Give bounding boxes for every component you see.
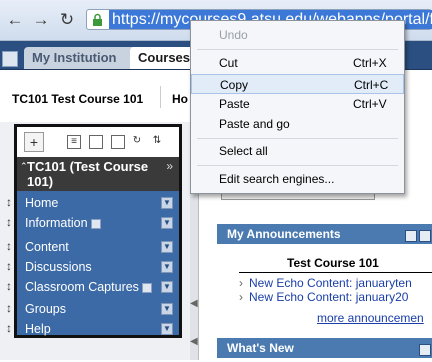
course-menu-panel: + ≡ ↻ ⇅ ⌃ TC101 (Test Course 101) » ↕ Ho…: [0, 122, 190, 360]
drag-handle-icon[interactable]: ↕: [6, 302, 12, 314]
refresh-icon[interactable]: ↻: [131, 135, 143, 147]
menu-item-classroom-captures[interactable]: ↕ Classroom Captures ▼: [6, 277, 179, 297]
context-undo[interactable]: Undo: [191, 25, 404, 45]
context-menu-icon[interactable]: ▼: [161, 197, 173, 209]
collapse-left-icon[interactable]: ◀: [190, 336, 198, 347]
context-cut-label: Cut: [219, 56, 238, 70]
whats-new-module-header: What's New: [217, 338, 432, 358]
menu-item-content[interactable]: ↕ Content ▼: [6, 237, 179, 257]
context-menu-icon[interactable]: ▼: [161, 217, 173, 229]
context-menu-icon[interactable]: ▼: [161, 303, 173, 315]
menu-item-information[interactable]: ↕ Information ▼: [6, 213, 179, 233]
context-menu: Undo Cut Ctrl+X Copy Ctrl+C Paste Ctrl+V…: [190, 20, 405, 194]
breadcrumb-divider: [160, 86, 161, 108]
module-controls: [403, 228, 431, 248]
announcement-course-title: Test Course 101: [287, 256, 379, 270]
course-menu-list: ↕ Home ▼ ↕ Information ▼ ↕ Content ▼ ↕ D…: [6, 193, 179, 339]
context-undo-label: Undo: [219, 28, 248, 42]
announcements-module-header: My Announcements: [217, 224, 432, 244]
menu-item-label[interactable]: Help: [25, 322, 51, 336]
drag-handle-icon[interactable]: ↕: [6, 240, 12, 252]
shortcut-label: Ctrl+V: [353, 97, 387, 111]
menu-separator: [197, 165, 398, 166]
lock-icon: [93, 13, 102, 26]
module-title: My Announcements: [227, 227, 341, 241]
menu-item-label[interactable]: Home: [25, 196, 58, 210]
context-paste-label: Paste: [219, 97, 250, 111]
context-menu-icon[interactable]: ▼: [161, 261, 173, 273]
context-paste[interactable]: Paste Ctrl+V: [191, 94, 404, 114]
context-copy-label: Copy: [220, 78, 249, 92]
menu-item-groups[interactable]: ↕ Groups ▼: [6, 299, 179, 319]
reorder-icon[interactable]: ⇅: [151, 135, 163, 147]
context-cut[interactable]: Cut Ctrl+X: [191, 53, 404, 73]
expand-icon[interactable]: »: [166, 159, 173, 173]
reload-icon[interactable]: ↻: [56, 10, 78, 30]
shortcut-label: Ctrl+C: [354, 78, 389, 92]
menu-item-label[interactable]: Information: [25, 216, 88, 230]
drag-handle-icon[interactable]: ↕: [6, 260, 12, 272]
folder-view-icon[interactable]: [89, 135, 103, 149]
announcement-link[interactable]: › New Echo Content: january20: [239, 290, 408, 304]
minimize-icon[interactable]: [419, 230, 431, 242]
tab-my-institution[interactable]: My Institution: [24, 47, 138, 69]
add-menu-item-icon[interactable]: +: [24, 132, 44, 152]
shortcut-label: Ctrl+X: [353, 56, 387, 70]
announcement-link-text[interactable]: New Echo Content: januaryten: [249, 276, 412, 290]
bullet-icon: ›: [239, 290, 243, 304]
menu-item-help[interactable]: ↕ Help ▼: [6, 319, 179, 339]
menu-item-discussions[interactable]: ↕ Discussions ▼: [6, 257, 179, 277]
context-edit-search-engines[interactable]: Edit search engines...: [191, 169, 404, 189]
menu-item-home[interactable]: ↕ Home ▼: [6, 193, 179, 213]
context-select-all-label: Select all: [219, 144, 268, 158]
menu-item-label[interactable]: Discussions: [25, 260, 92, 274]
breadcrumb-course[interactable]: TC101 Test Course 101: [12, 92, 143, 106]
menu-item-label[interactable]: Classroom Captures: [25, 280, 139, 294]
list-view-icon[interactable]: ≡: [67, 135, 81, 149]
arrow-left-icon[interactable]: ←: [4, 10, 26, 30]
announcement-link-text[interactable]: New Echo Content: january20: [249, 290, 408, 304]
new-window-icon[interactable]: [111, 135, 125, 149]
menu-separator: [197, 138, 398, 139]
hidden-item-icon: [90, 218, 101, 229]
drag-handle-icon[interactable]: ↕: [6, 280, 12, 292]
menu-item-label[interactable]: Content: [25, 240, 69, 254]
collapse-left-icon[interactable]: ◀: [190, 298, 198, 309]
more-announcements-link[interactable]: more announcemen: [317, 311, 424, 325]
minimize-icon[interactable]: [419, 344, 431, 356]
module-title: What's New: [227, 341, 294, 355]
context-menu-icon[interactable]: ▼: [161, 241, 173, 253]
context-menu-icon[interactable]: ▼: [161, 323, 173, 335]
menu-item-label[interactable]: Groups: [25, 302, 66, 316]
drag-handle-icon[interactable]: ↕: [6, 322, 12, 334]
module-controls: [417, 342, 431, 362]
divider: [239, 272, 432, 273]
menu-toolbar: + ≡ ↻ ⇅: [17, 127, 179, 157]
course-menu-header[interactable]: ⌃ TC101 (Test Course 101) »: [17, 157, 179, 191]
course-title[interactable]: TC101 (Test Course 101): [27, 159, 157, 189]
context-paste-and-go[interactable]: Paste and go: [191, 114, 404, 134]
breadcrumb-page[interactable]: Ho: [172, 92, 188, 106]
drag-handle-icon[interactable]: ↕: [6, 196, 12, 208]
arrow-right-icon[interactable]: →: [30, 10, 52, 30]
course-menu: + ≡ ↻ ⇅ ⌃ TC101 (Test Course 101) » ↕ Ho…: [6, 124, 182, 339]
menu-separator: [197, 49, 398, 50]
context-paste-and-go-label: Paste and go: [219, 117, 290, 131]
drag-handle-icon[interactable]: ↕: [6, 216, 12, 228]
grid-icon[interactable]: [2, 51, 18, 67]
context-edit-search-label: Edit search engines...: [219, 172, 335, 186]
context-select-all[interactable]: Select all: [191, 141, 404, 161]
external-link-icon: [141, 282, 152, 293]
context-menu-icon[interactable]: ▼: [161, 281, 173, 293]
bullet-icon: ›: [239, 276, 243, 290]
context-copy[interactable]: Copy Ctrl+C: [191, 74, 404, 94]
announcement-link[interactable]: › New Echo Content: januaryten: [239, 276, 412, 290]
gear-icon[interactable]: [405, 230, 417, 242]
